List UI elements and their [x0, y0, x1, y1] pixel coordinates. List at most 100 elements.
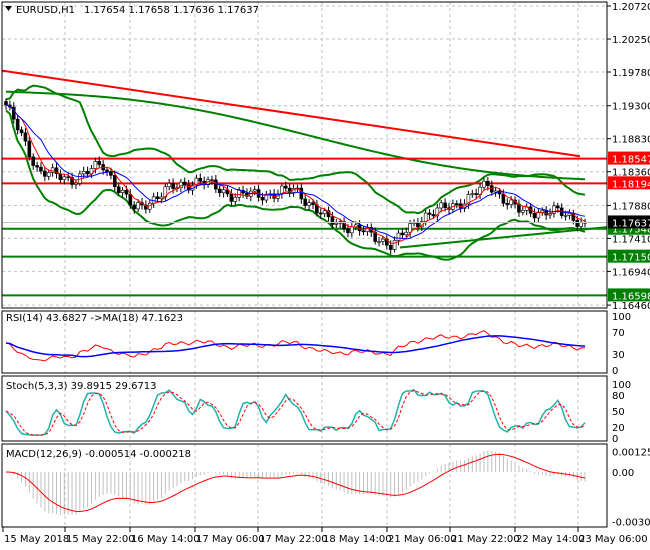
- price-tick-label: 1.19780: [612, 68, 650, 79]
- candle-body: [400, 232, 405, 236]
- candle-body: [307, 202, 311, 206]
- stoch-tick-label: 50: [612, 407, 625, 418]
- price-tick-label: 1.17410: [612, 234, 650, 245]
- candle-body: [563, 215, 568, 217]
- candle-body: [501, 193, 506, 204]
- rsi-label: RSI(14) 43.6827 ->MA(18) 47.1623: [6, 313, 183, 324]
- chart-canvas[interactable]: 1.207201.202501.197801.193001.188301.183…: [0, 0, 650, 550]
- candle-body: [31, 156, 36, 166]
- candle-body: [62, 176, 67, 180]
- candle-body: [318, 212, 323, 215]
- price-tick-label: 1.20250: [612, 35, 650, 46]
- stoch-tick-label: 100: [612, 380, 631, 391]
- rsi-tick-label: 30: [612, 350, 625, 361]
- macd-tick-label: 0.00: [612, 468, 634, 479]
- time-label: 18 May 14:00: [323, 534, 392, 545]
- candle-body: [233, 196, 238, 202]
- candle-body: [217, 188, 222, 194]
- trading-chart-window[interactable]: 1.20720 1.20250 1.19780 1.19300 1.18830 1.183…: [0, 0, 650, 550]
- macd-signal-line: [5, 453, 586, 513]
- candle-body: [23, 132, 28, 142]
- time-label: 17 May 22:00: [259, 534, 328, 545]
- candle-body: [555, 205, 560, 209]
- candle-body: [167, 183, 172, 188]
- time-label: 16 May 14:00: [131, 534, 200, 545]
- candle-body: [81, 171, 86, 175]
- candle-body: [58, 173, 63, 180]
- candle-body: [493, 190, 498, 193]
- candle-body: [388, 244, 393, 250]
- candle-body: [171, 183, 175, 189]
- candle-body: [237, 190, 241, 198]
- candle-body: [470, 193, 475, 195]
- candle-body: [128, 193, 133, 206]
- rsi-tick-label: 0: [612, 366, 618, 377]
- candle-body: [311, 202, 315, 206]
- candle-body: [85, 171, 90, 175]
- price-tick-label: 1.16940: [612, 267, 650, 278]
- candle-body: [521, 210, 525, 213]
- candle-body: [303, 198, 308, 206]
- ohlc-values: 1.17654 1.17658 1.17636 1.17637: [84, 5, 259, 16]
- candle-body: [66, 176, 70, 179]
- candle-body: [536, 212, 541, 219]
- rsi-tick-label: 100: [612, 312, 631, 323]
- candle-body: [46, 172, 51, 177]
- candle-body: [482, 180, 486, 188]
- candle-body: [132, 204, 137, 210]
- dropdown-triangle-icon: [5, 6, 12, 11]
- ma-long-red-line: [1, 69, 581, 158]
- candle-body: [474, 193, 478, 195]
- candle-body: [361, 230, 366, 233]
- candle-body: [408, 223, 412, 233]
- candle-body: [567, 213, 572, 216]
- price-tick-label: 1.17880: [612, 201, 650, 212]
- stoch-label: Stoch(5,3,3) 39.8915 29.6713: [6, 381, 157, 392]
- stoch-tick-label: 80: [612, 391, 625, 402]
- candle-body: [27, 140, 32, 158]
- candle-body: [334, 222, 339, 225]
- candle-body: [427, 212, 432, 215]
- candle-body: [124, 189, 129, 195]
- main-panel-border: [1, 1, 608, 309]
- candle-body: [182, 181, 187, 186]
- candle-body: [43, 170, 47, 177]
- candle-body: [486, 180, 490, 186]
- candle-body: [113, 175, 117, 187]
- candle-body: [330, 216, 335, 225]
- stoch-tick-label: 20: [612, 423, 625, 434]
- candle-body: [404, 231, 409, 236]
- candle-body: [35, 165, 39, 168]
- candle-body: [198, 177, 203, 182]
- candle-body: [116, 186, 121, 193]
- symbol-label: EURUSD,H1: [16, 5, 75, 16]
- candle-body: [431, 214, 436, 217]
- candle-body: [346, 228, 350, 234]
- candle-body: [377, 241, 381, 243]
- candle-body: [120, 189, 125, 193]
- candle-body: [299, 187, 304, 200]
- candle-body: [454, 203, 459, 205]
- candle-body: [322, 210, 327, 215]
- time-label: 22 May 14:00: [516, 534, 585, 545]
- macd-label: MACD(12,26,9) -0.000514 -0.000218: [6, 449, 191, 460]
- price-tick-label: 1.16460: [612, 301, 650, 312]
- candle-body: [97, 161, 102, 165]
- price-tick-label: 1.20720: [612, 2, 650, 13]
- candle-body: [221, 189, 226, 194]
- candle-body: [532, 213, 537, 219]
- candle-body: [260, 197, 265, 201]
- candle-body: [575, 220, 580, 227]
- stoch-signal-line: [5, 390, 586, 436]
- rsi-tick-label: 70: [612, 328, 625, 339]
- candle-body: [392, 240, 397, 250]
- candle-body: [214, 179, 218, 190]
- level-label: 1.17150: [612, 253, 650, 264]
- candle-body: [39, 166, 43, 172]
- level-label: 1.18194: [612, 179, 650, 190]
- time-label: 15 May 2018: [4, 534, 69, 545]
- candle-body: [350, 226, 354, 234]
- candle-body: [109, 171, 113, 176]
- candle-body: [74, 182, 78, 185]
- candle-body: [381, 238, 385, 242]
